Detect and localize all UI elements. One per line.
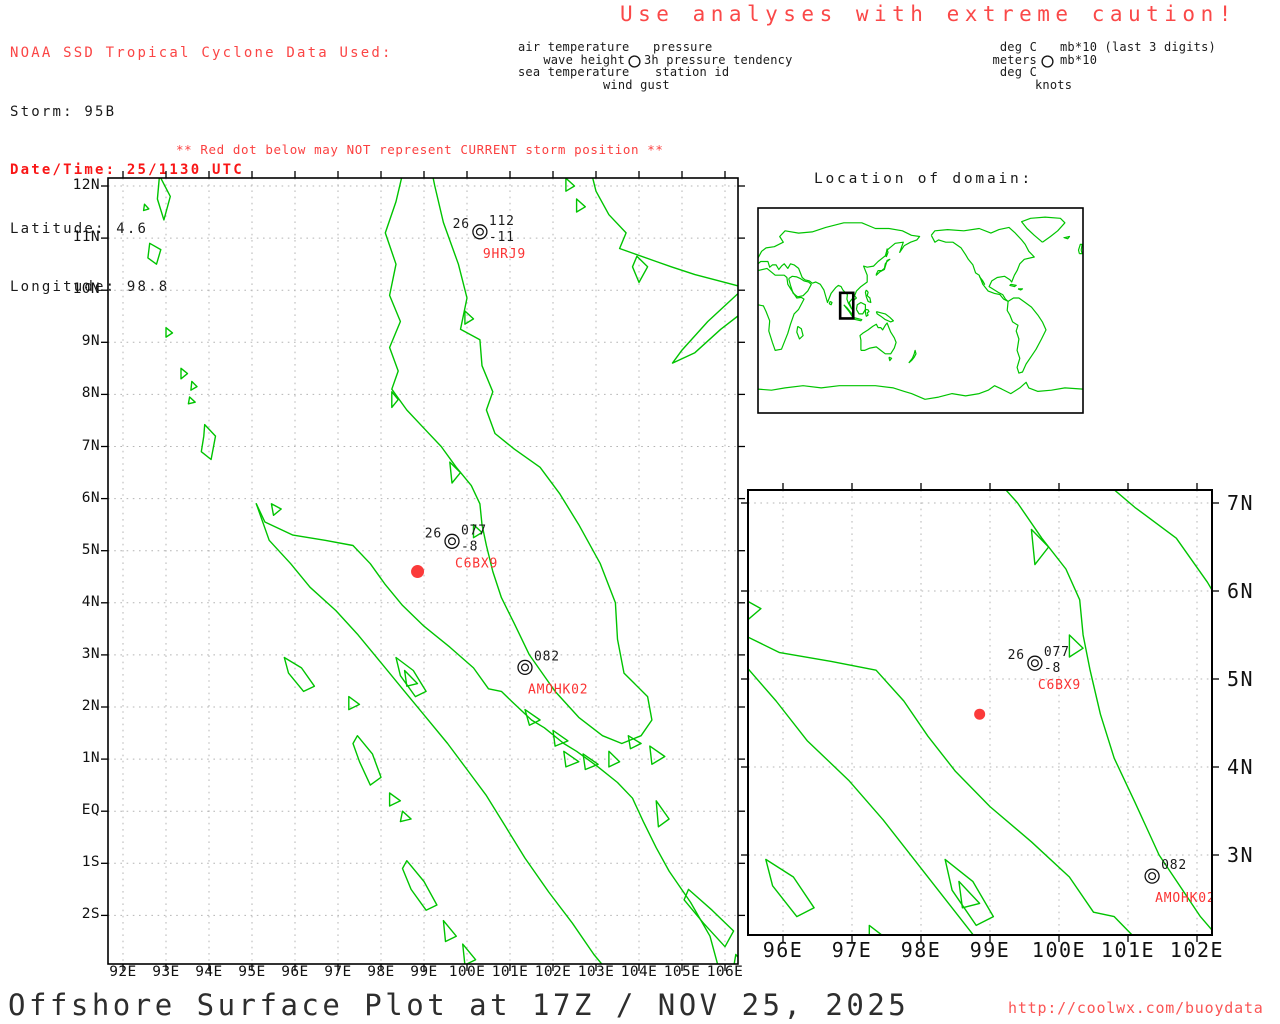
main-y-tick-label: 4N: [81, 593, 100, 610]
offshore-surface-plot: NOAA SSD Tropical Cyclone Data Used: Sto…: [0, 0, 1280, 1024]
station-pressure: 082: [534, 649, 560, 664]
main-y-tick-label: 1N: [81, 750, 100, 767]
storm-position-dot: [974, 708, 986, 720]
station-marker: 26 112-11 9HRJ9: [453, 214, 526, 262]
legend-unit-degc-1: deg C: [999, 40, 1037, 54]
main-x-tick-label: 106E: [706, 964, 744, 980]
inset-x-tick-label: 101E: [1100, 938, 1156, 962]
inset-y-tick-label: 4N: [1227, 755, 1255, 779]
legend-air-temperature: air temperature: [518, 40, 630, 54]
main-map: 26 112-11 9HRJ9 26 077-8 C6BX9 082 AMOHK02: [101, 171, 745, 971]
inset-y-tick-label: 5N: [1227, 667, 1255, 691]
station-id: 9HRJ9: [483, 247, 526, 262]
inset-x-tick-label: 99E: [969, 938, 1011, 962]
red-dot-warning: ** Red dot below may NOT represent CURRE…: [176, 142, 664, 157]
inset-x-tick-label: 100E: [1031, 938, 1087, 962]
station-air-temp: 26: [425, 526, 442, 541]
station-id: 9HRJ9: [1083, 155, 1126, 170]
station-circle-icon: [1027, 655, 1043, 671]
noaa-source-line: NOAA SSD Tropical Cyclone Data Used:: [10, 45, 393, 61]
world-inset-title: Location of domain:: [814, 171, 1034, 187]
main-y-tick-label: 5N: [81, 541, 100, 558]
storm-position-dot: [411, 565, 425, 579]
main-y-tick-label: EQ: [81, 802, 100, 819]
inset-x-tick-label: 98E: [900, 938, 942, 962]
coastline-layer: [142, 178, 738, 964]
station-circle-icon: [444, 533, 460, 549]
main-y-tick-label: 2S: [81, 906, 100, 923]
station-pressure: 112: [489, 214, 515, 229]
legend-pressure: pressure: [653, 40, 713, 54]
station-pressure: 077: [1044, 645, 1070, 660]
main-y-tick-label: 10N: [72, 281, 100, 298]
legend-wind-gust: wind gust: [603, 77, 670, 92]
inset-y-tick-label: 6N: [1227, 579, 1255, 603]
station-model-legend: air temperature wave height sea temperat…: [518, 41, 818, 93]
station-air-temp: 26: [1052, 125, 1069, 140]
inset-x-tick-label: 102E: [1169, 938, 1225, 962]
station-id: AMOHK02: [528, 682, 588, 697]
caution-banner: Use analyses with extreme caution!: [620, 2, 1237, 26]
station-marker: 082 AMOHK02: [1144, 858, 1215, 906]
main-y-tick-label: 7N: [81, 437, 100, 454]
station-id: AMOHK02: [1155, 891, 1215, 906]
station-circle-icon: [1144, 868, 1160, 884]
legend-sea-temperature: sea temperature: [518, 65, 630, 80]
legend-unit-mb10-last3: mb*10 (last 3 digits): [1060, 40, 1216, 54]
station-circle-icon: [1073, 133, 1087, 147]
main-y-tick-label: 12N: [72, 177, 100, 193]
station-inner-circle: [1076, 137, 1083, 144]
main-y-tick-label: 1S: [81, 854, 100, 871]
legend-unit-degc-2: deg C: [999, 65, 1037, 80]
station-pressure-tendency: -8: [1044, 661, 1061, 676]
main-y-tick-label: 3N: [81, 645, 100, 662]
source-url: http://coolwx.com/buoydata: [1008, 999, 1264, 1017]
station-marker: 26 112-11 9HRJ9: [1052, 122, 1125, 170]
detail-inset-map: 26 112-119HRJ926 077-8C6BX9082AMOHK02: [741, 483, 1219, 942]
inset-x-tick-label: 96E: [762, 938, 804, 962]
station-id: C6BX9: [455, 556, 498, 571]
legend-unit-knots: knots: [1035, 77, 1073, 92]
plot-title: Offshore Surface Plot at 17Z / NOV 25, 2…: [8, 988, 910, 1022]
inset-y-tick-label: 3N: [1227, 843, 1255, 867]
main-y-tick-label: 9N: [81, 333, 100, 350]
legend-unit-mb10: mb*10: [1060, 52, 1098, 67]
station-pressure: 112: [1089, 122, 1115, 137]
station-circle-icon: [472, 224, 488, 240]
station-circle-icon: [628, 55, 641, 68]
station-pressure: 082: [1161, 858, 1187, 873]
inset-y-tick-label: 7N: [1227, 491, 1255, 515]
main-y-tick-label: 8N: [81, 385, 100, 402]
storm-id-line: Storm: 95B: [10, 103, 117, 120]
station-air-temp: 26: [1008, 648, 1025, 663]
units-legend: deg C meters deg C mb*10 (last 3 digits)…: [992, 41, 1252, 93]
station-pressure-tendency: -11: [1089, 138, 1115, 153]
station-air-temp: 26: [453, 217, 470, 232]
main-y-tick-label: 11N: [72, 229, 100, 246]
main-y-tick-label: 6N: [81, 489, 100, 506]
station-pressure: 077: [461, 523, 487, 538]
world-coastlines: [757, 216, 1084, 400]
station-circle-icon: [1041, 55, 1054, 68]
station-id: C6BX9: [1038, 678, 1081, 693]
inset-x-tick-label: 97E: [831, 938, 873, 962]
legend-station-id: station id: [655, 65, 730, 80]
stations-layer: 26 112-11 9HRJ9 26 077-8 C6BX9 082 AMOHK02: [425, 214, 588, 698]
station-pressure-tendency: -11: [489, 230, 515, 245]
station-circle-icon: [517, 659, 533, 676]
world-locator-map: [757, 207, 1084, 414]
main-y-tick-label: 2N: [81, 698, 100, 714]
station-marker: 082 AMOHK02: [517, 649, 588, 697]
station-pressure-tendency: -8: [461, 539, 478, 554]
